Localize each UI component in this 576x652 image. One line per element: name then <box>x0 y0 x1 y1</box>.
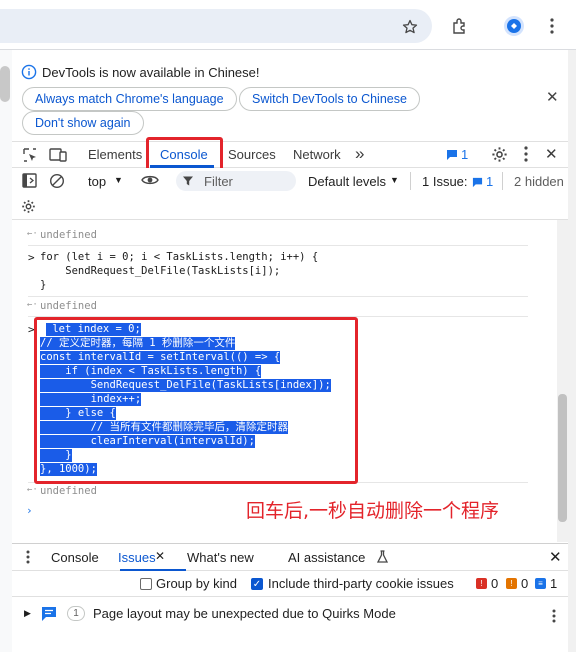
infobar-message: DevTools is now available in Chinese! <box>42 65 260 80</box>
filter-input[interactable]: Filter <box>176 171 296 191</box>
tab-network[interactable]: Network <box>293 147 341 162</box>
clear-console-icon[interactable] <box>49 173 65 192</box>
toolbar-divider <box>410 172 411 190</box>
filter-placeholder: Filter <box>204 174 233 189</box>
close-issues-tab-icon[interactable]: ✕ <box>155 549 165 563</box>
issues-toolbar: Group by kind ✓ Include third-party cook… <box>12 571 568 597</box>
more-tabs-icon[interactable]: » <box>355 144 364 164</box>
log-levels-dropdown[interactable]: Default levels <box>308 174 386 189</box>
tab-elements[interactable]: Elements <box>88 147 142 162</box>
eye-icon[interactable] <box>141 173 159 190</box>
code-line: SendRequest_DelFile(TaskLists[i]); <box>40 265 281 277</box>
issue-more-icon[interactable] <box>552 609 556 626</box>
message-icon[interactable] <box>446 149 458 164</box>
settings-gear-icon[interactable] <box>491 146 508 166</box>
third-party-label: Include third-party cookie issues <box>268 576 454 591</box>
third-party-checkbox[interactable]: ✓ <box>251 578 263 590</box>
issue-count-pill: 1 <box>67 606 85 621</box>
drawer-tab-issues[interactable]: Issues <box>118 550 156 565</box>
annotation-text: 回车后,一秒自动删除一个程序 <box>246 500 500 522</box>
chevron-down-icon[interactable]: ▼ <box>114 175 123 185</box>
switch-chinese-button[interactable]: Switch DevTools to Chinese <box>239 87 420 111</box>
drawer-close-icon[interactable]: ✕ <box>549 548 562 566</box>
console-input-prompt[interactable]: › <box>26 504 33 517</box>
drawer-tab-bar: Console Issues ✕ What's new AI assistanc… <box>12 543 568 572</box>
expand-triangle-icon[interactable]: ▶ <box>24 608 31 619</box>
language-infobar: DevTools is now available in Chinese! Al… <box>12 50 568 142</box>
separator <box>28 245 528 246</box>
separator <box>28 296 528 297</box>
drawer-tab-console[interactable]: Console <box>51 550 99 565</box>
inspect-element-icon[interactable] <box>22 147 38 166</box>
return-arrow-icon: ←· <box>27 229 38 239</box>
return-arrow-icon: ←· <box>27 485 38 495</box>
console-scrollbar-thumb[interactable] <box>558 394 567 522</box>
page-left-edge <box>0 50 12 652</box>
star-icon[interactable] <box>398 15 422 39</box>
warning-icon: ! <box>506 578 517 589</box>
error-icon: ! <box>476 578 487 589</box>
toolbar-divider <box>502 172 503 190</box>
issue-title[interactable]: Page layout may be unexpected due to Qui… <box>93 606 396 621</box>
page-scrollbar-thumb[interactable] <box>0 66 10 102</box>
undefined-result: undefined <box>40 229 97 241</box>
context-selector[interactable]: top <box>88 174 106 189</box>
devtools-tab-bar: Elements Console Sources Network » 1 ✕ <box>12 142 568 168</box>
extensions-icon[interactable] <box>448 14 472 38</box>
address-bar[interactable] <box>0 9 432 43</box>
drawer-more-icon[interactable] <box>26 550 30 567</box>
screen: DevTools is now available in Chinese! Al… <box>0 0 576 652</box>
issue-row[interactable]: ▶ 1 Page layout may be unexpected due to… <box>12 597 568 631</box>
console-settings-gear-icon[interactable] <box>21 199 36 217</box>
code-highlight-box <box>34 317 358 484</box>
filter-icon <box>182 175 194 190</box>
sidebar-toggle-icon[interactable] <box>22 173 37 191</box>
code-line: } <box>40 279 47 291</box>
dont-show-again-button[interactable]: Don't show again <box>22 111 144 135</box>
error-count: 0 <box>491 576 499 591</box>
issues-label[interactable]: 1 Issue: <box>422 174 468 189</box>
return-arrow-icon: ←· <box>27 300 38 310</box>
undefined-result: undefined <box>40 300 97 312</box>
device-toolbar-icon[interactable] <box>49 147 67 166</box>
issues-count[interactable]: 1 <box>486 174 493 189</box>
issues-badge-count[interactable]: 1 <box>461 147 468 162</box>
browser-toolbar <box>0 0 576 50</box>
page-right-edge <box>568 50 576 652</box>
warning-count: 0 <box>521 576 529 591</box>
match-language-button[interactable]: Always match Chrome's language <box>22 87 237 111</box>
hidden-messages-count: 2 hidden <box>514 174 564 189</box>
close-icon[interactable]: ✕ <box>546 88 559 106</box>
info-count-icon: ≡ <box>535 578 546 589</box>
tab-sources[interactable]: Sources <box>228 147 276 162</box>
levels-chevron-icon[interactable]: ▼ <box>390 175 399 185</box>
drawer-tab-ai-assistance[interactable]: AI assistance <box>288 550 365 565</box>
devtools-close-icon[interactable]: ✕ <box>545 145 558 163</box>
info-icon <box>21 64 37 83</box>
devtools-more-icon[interactable] <box>524 146 528 165</box>
issue-kind-icon <box>41 606 57 625</box>
profile-icon[interactable] <box>502 14 526 38</box>
input-prompt-icon: > <box>28 251 35 264</box>
issue-message-icon <box>472 176 483 191</box>
undefined-result: undefined <box>40 485 97 497</box>
group-by-kind-checkbox[interactable] <box>140 578 152 590</box>
console-toolbar: top ▼ Filter Default levels ▼ 1 Issue: 1… <box>12 168 568 220</box>
code-line: for (let i = 0; i < TaskLists.length; i+… <box>40 251 319 263</box>
drawer-tab-whats-new[interactable]: What's new <box>187 550 254 565</box>
info-count: 1 <box>550 576 558 591</box>
flask-icon <box>376 550 389 566</box>
group-by-kind-label: Group by kind <box>156 576 237 591</box>
more-vert-icon[interactable] <box>540 14 564 38</box>
